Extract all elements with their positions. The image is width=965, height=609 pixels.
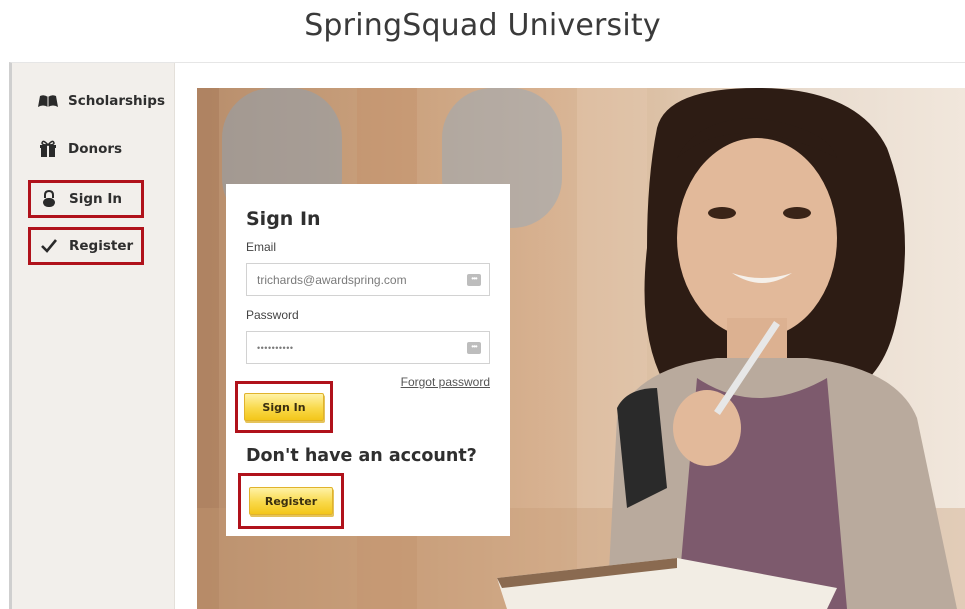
password-field[interactable]: •••••••••• ••• (246, 331, 490, 364)
email-field[interactable]: trichards@awardspring.com ••• (246, 263, 490, 296)
checkmark-icon (37, 239, 61, 253)
sidebar-item-label: Scholarships (68, 93, 165, 109)
page-title: SpringSquad University (304, 8, 661, 43)
register-button[interactable]: Register (249, 487, 333, 515)
password-label: Password (246, 308, 299, 322)
sign-in-highlight: Sign In (235, 381, 333, 433)
email-value: trichards@awardspring.com (257, 272, 407, 287)
sign-in-title: Sign In (246, 208, 321, 230)
lock-icon (37, 190, 61, 208)
register-highlight: Register (238, 473, 344, 529)
sign-in-button[interactable]: Sign In (244, 393, 324, 421)
autofill-icon[interactable]: ••• (467, 342, 481, 354)
no-account-heading: Don't have an account? (246, 446, 477, 466)
book-icon (36, 94, 60, 108)
sidebar-item-sign-in[interactable]: Sign In (28, 180, 144, 218)
password-value: •••••••••• (257, 342, 294, 353)
sidebar-item-label: Donors (68, 141, 123, 157)
gift-icon (36, 140, 60, 158)
email-label: Email (246, 240, 277, 254)
forgot-password-link[interactable]: Forgot password (401, 375, 490, 389)
sidebar-item-label: Register (69, 238, 134, 254)
autofill-icon[interactable]: ••• (467, 274, 481, 286)
sidebar-item-label: Sign In (69, 191, 122, 207)
sidebar-item-register[interactable]: Register (28, 227, 144, 265)
sidebar-item-scholarships[interactable]: Scholarships (36, 83, 165, 119)
sidebar-item-donors[interactable]: Donors (36, 131, 122, 167)
sign-in-card: Sign In Email trichards@awardspring.com … (226, 184, 510, 536)
